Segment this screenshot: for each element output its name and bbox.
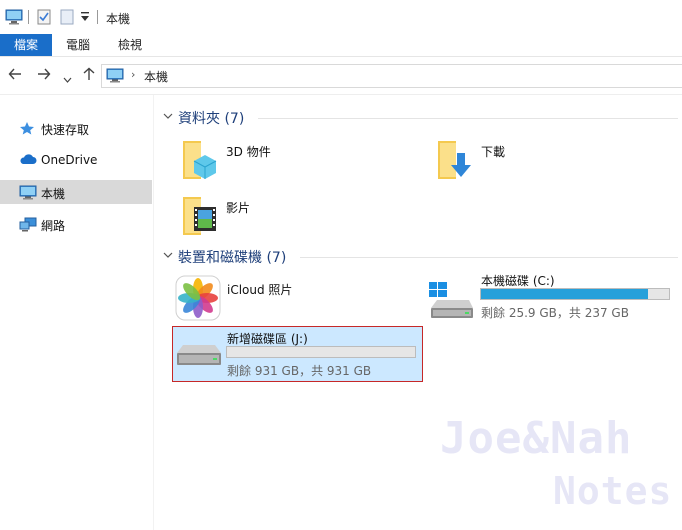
folder-label: 影片 (226, 201, 251, 215)
content-pane: 資料夾 (7) 3D 物件 下載 影片 裝置和磁碟機 (7) iCloud 照片… (155, 95, 682, 530)
title-separator (28, 10, 29, 24)
drive-space-text: 剩餘 931 GB，共 931 GB (227, 364, 372, 378)
section-header-devices[interactable]: 裝置和磁碟機 (7) (163, 247, 678, 267)
properties-icon[interactable] (37, 9, 51, 28)
navigation-bar: › 本機 (0, 57, 682, 95)
sidebar-item-quick-access[interactable]: 快速存取 (0, 116, 152, 140)
folder-label: 3D 物件 (226, 145, 271, 159)
icloud-photos-icon (175, 275, 221, 324)
section-title: 裝置和磁碟機 (7) (178, 250, 287, 266)
folder-item-videos[interactable]: 影片 (180, 193, 430, 243)
computer-icon[interactable] (5, 9, 23, 28)
navigation-pane: 快速存取 OneDrive 本機 網路 (0, 95, 154, 530)
sidebar-item-label: 本機 (41, 187, 66, 201)
section-header-folders[interactable]: 資料夾 (7) (163, 108, 678, 128)
cloud-icon (19, 153, 37, 168)
star-pin-icon (19, 121, 35, 138)
tab-view[interactable]: 檢視 (108, 34, 152, 56)
up-arrow-icon[interactable] (82, 67, 96, 85)
drive-usage-fill (481, 289, 649, 299)
ribbon-tabs: 檔案 電腦 檢視 (0, 34, 682, 57)
sidebar-item-onedrive[interactable]: OneDrive (0, 148, 152, 172)
computer-icon (19, 185, 37, 203)
tab-file[interactable]: 檔案 (0, 34, 52, 56)
sidebar-item-network[interactable]: 網路 (0, 212, 152, 236)
section-title: 資料夾 (7) (178, 111, 245, 127)
address-bar[interactable]: › 本機 (101, 64, 682, 88)
breadcrumb-chevron-icon[interactable]: › (131, 68, 135, 81)
network-icon (19, 217, 37, 235)
device-label: iCloud 照片 (227, 283, 293, 297)
breadcrumb-location[interactable]: 本機 (144, 68, 168, 85)
folder-item-3d-objects[interactable]: 3D 物件 (180, 137, 430, 187)
drive-name: 本機磁碟 (C:) (481, 274, 555, 288)
title-separator (97, 10, 98, 24)
windows-drive-icon (427, 280, 475, 327)
folder-label: 下載 (481, 145, 506, 159)
sidebar-item-label: OneDrive (41, 153, 98, 167)
downloads-folder-icon (435, 137, 475, 186)
watermark-line-2: Notes (553, 469, 673, 513)
forward-arrow-icon[interactable] (37, 67, 51, 85)
sidebar-item-label: 快速存取 (41, 123, 90, 137)
back-arrow-icon[interactable] (8, 67, 22, 85)
customize-quick-access-icon[interactable] (80, 11, 90, 26)
drive-name: 新增磁碟區 (J:) (227, 332, 308, 346)
drive-item-j[interactable]: 新增磁碟區 (J:) 剩餘 931 GB，共 931 GB (172, 326, 423, 382)
window-title: 本機 (106, 12, 131, 26)
hard-drive-icon (175, 341, 223, 374)
device-item-icloud-photos[interactable]: iCloud 照片 (173, 273, 423, 325)
collapse-chevron-icon[interactable] (163, 249, 173, 262)
section-divider (300, 257, 678, 258)
drive-space-text: 剩餘 25.9 GB，共 237 GB (481, 306, 629, 320)
collapse-chevron-icon[interactable] (163, 110, 173, 123)
recent-locations-chevron-icon[interactable] (63, 70, 72, 88)
sidebar-item-label: 網路 (41, 219, 66, 233)
watermark-line-1: Joe&Nah (440, 413, 633, 464)
tab-computer[interactable]: 電腦 (56, 34, 100, 56)
drive-usage-bar (480, 288, 670, 300)
section-divider (258, 118, 678, 119)
drive-usage-bar (226, 346, 416, 358)
folder-item-downloads[interactable]: 下載 (435, 137, 682, 187)
title-bar: 本機 (0, 0, 682, 35)
computer-icon (106, 68, 124, 86)
3d-objects-folder-icon (180, 137, 220, 186)
new-folder-icon[interactable] (60, 9, 74, 28)
sidebar-item-this-pc[interactable]: 本機 (0, 180, 152, 204)
videos-folder-icon (180, 193, 220, 242)
drive-item-c[interactable]: 本機磁碟 (C:) 剩餘 25.9 GB，共 237 GB (427, 272, 677, 324)
